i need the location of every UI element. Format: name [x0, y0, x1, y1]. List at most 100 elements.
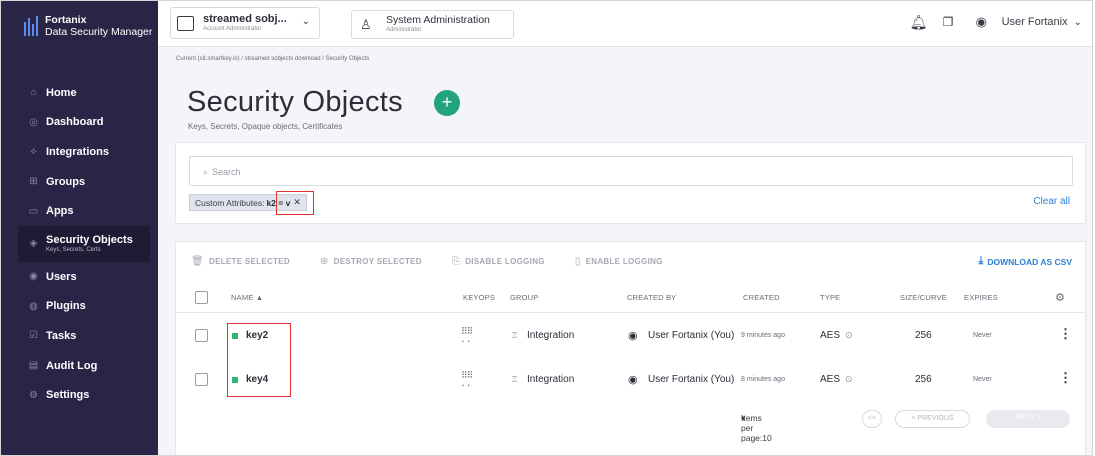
- brand-product: Data Security Manager: [45, 25, 153, 38]
- sidebar-item-audit-log[interactable]: ▤ Audit Log: [1, 351, 158, 381]
- delete-selected-button[interactable]: 🗑︎ DELETE SELECTED: [191, 256, 290, 267]
- created-by: User Fortanix (You): [648, 374, 735, 385]
- disable-logging-label: DISABLE LOGGING: [465, 257, 545, 266]
- sidebar-item-label: Plugins: [46, 300, 86, 313]
- groups-icon: ⊞: [29, 176, 38, 188]
- sidebar-item-home[interactable]: ⌂ Home: [1, 78, 158, 108]
- sidebar-item-security-objects[interactable]: ◈ Security Objects Keys, Secrets, Certs: [18, 225, 150, 262]
- search-input[interactable]: ⌕ Search: [189, 156, 1073, 186]
- row-checkbox[interactable]: [195, 329, 208, 342]
- row-checkbox[interactable]: [195, 373, 208, 386]
- table-row[interactable]: key4 ⠿⠿ ⠂⠂ ♖ Integration ◉ User Fortanix (You)…: [176, 358, 1085, 402]
- disable-logging-button[interactable]: ⎘ DISABLE LOGGING: [452, 256, 545, 267]
- table-card: 🗑︎ DELETE SELECTED ⊛ DESTROY SELECTED ⎘ DIS…: [175, 241, 1086, 455]
- column-type: TYPE: [820, 293, 841, 302]
- account-name: streamed sobj...: [203, 13, 287, 25]
- keyops-icon: ⠿⠿ ⠂⠂: [461, 326, 473, 347]
- key-type: AES: [820, 330, 841, 341]
- key-size: 256: [915, 374, 932, 385]
- sidebar-item-label: Tasks: [46, 329, 77, 342]
- key-type: AES: [820, 374, 841, 385]
- highlight-box: [227, 323, 291, 397]
- clear-all-link[interactable]: Clear all: [1033, 196, 1070, 207]
- sidebar-item-groups[interactable]: ⊞ Groups: [1, 167, 158, 197]
- tasks-icon: ☑: [29, 330, 38, 342]
- info-icon[interactable]: ⊙: [845, 374, 853, 385]
- sidebar-item-label: Home: [46, 86, 77, 99]
- expires: Never: [973, 332, 992, 339]
- sysadmin-role: Administrator: [386, 27, 422, 33]
- user-avatar-icon: ◉: [628, 330, 638, 342]
- sidebar-item-dashboard[interactable]: ◎ Dashboard: [1, 108, 158, 138]
- add-security-object-button[interactable]: +: [434, 90, 460, 116]
- column-name[interactable]: NAME ▲: [231, 293, 263, 302]
- sidebar-nav: ⌂ Home ◎ Dashboard ⟡ Integrations ⊞ Groups ▭ Apps…: [1, 78, 158, 410]
- pagination: Items per page:10 ▾ << < PREVIOUS NEXT >: [176, 410, 1085, 443]
- sidebar-item-apps[interactable]: ▭ Apps: [1, 196, 158, 226]
- destroy-selected-button[interactable]: ⊛ DESTROY SELECTED: [320, 256, 422, 267]
- bell-icon[interactable]: 🔔︎: [910, 13, 928, 31]
- admin-user-icon: ♙: [360, 16, 372, 32]
- more-options-icon[interactable]: ⋮: [1059, 370, 1072, 386]
- sidebar-item-label: Groups: [46, 175, 86, 188]
- home-icon: ⌂: [30, 87, 37, 99]
- document-icon: ▯: [574, 256, 581, 267]
- enable-logging-button[interactable]: ▯ ENABLE LOGGING: [575, 256, 663, 267]
- sidebar-item-label: Integrations: [46, 145, 109, 158]
- first-page-button[interactable]: <<: [862, 410, 882, 428]
- book-icon[interactable]: ❐: [943, 13, 959, 31]
- sidebar-item-tasks[interactable]: ☑ Tasks: [1, 321, 158, 351]
- user-menu[interactable]: User Fortanix: [1002, 16, 1068, 28]
- fortanix-logo-icon: [24, 16, 38, 36]
- more-options-icon[interactable]: ⋮: [1059, 326, 1072, 342]
- sidebar-item-label: Users: [46, 270, 77, 283]
- account-role: Account Administrator: [203, 26, 262, 32]
- user-avatar-icon[interactable]: ◉: [976, 14, 992, 30]
- delete-selected-label: DELETE SELECTED: [209, 257, 290, 266]
- info-icon[interactable]: ⊙: [845, 330, 853, 341]
- column-created[interactable]: CREATED: [743, 293, 780, 302]
- next-page-button[interactable]: NEXT >: [986, 410, 1070, 428]
- filter-label: Custom Attributes:: [195, 197, 265, 208]
- column-keyops: KEYOPS: [463, 293, 496, 302]
- sidebar-item-integrations[interactable]: ⟡ Integrations: [1, 137, 158, 167]
- account-icon: [177, 15, 194, 31]
- download-icon: ⤓: [978, 255, 984, 267]
- chevron-down-icon: ⌄: [301, 16, 310, 27]
- topbar: streamed sobj... Account Administrator ⌄…: [158, 1, 1092, 47]
- select-all-checkbox[interactable]: [195, 291, 208, 304]
- search-icon: ⌕: [203, 167, 209, 177]
- created-by: User Fortanix (You): [648, 330, 735, 341]
- page-subtitle: Keys, Secrets, Opaque objects, Certifica…: [188, 122, 343, 131]
- security-objects-icon: ◈: [29, 238, 38, 250]
- disable-logging-icon: ⎘: [451, 256, 461, 267]
- column-expires: EXPIRES: [964, 293, 998, 302]
- download-csv-button[interactable]: ⤓ DOWNLOAD AS CSV: [978, 255, 1072, 268]
- sidebar-item-label: Apps: [46, 205, 74, 218]
- column-group: GROUP: [510, 293, 539, 302]
- previous-page-button[interactable]: < PREVIOUS: [895, 410, 970, 428]
- key-size: 256: [915, 330, 932, 341]
- highlight-box: [276, 191, 314, 215]
- sidebar-item-users[interactable]: ◉ Users: [1, 262, 158, 292]
- brand[interactable]: Fortanix Data Security Manager: [1, 1, 158, 51]
- plugins-icon: ◍: [29, 300, 38, 312]
- table-row[interactable]: key2 ⠿⠿ ⠂⠂ ♖ Integration ◉ User Fortanix (You)…: [176, 314, 1085, 358]
- chevron-down-icon[interactable]: ⌄: [1074, 17, 1082, 28]
- brand-name: Fortanix: [45, 13, 87, 26]
- keyops-icon: ⠿⠿ ⠂⠂: [461, 370, 473, 391]
- system-administration-button[interactable]: ♙ System Administration Administrator: [351, 10, 514, 39]
- sidebar-item-label: Security Objects: [46, 233, 133, 246]
- group-name[interactable]: Integration: [527, 374, 574, 385]
- expires: Never: [973, 376, 992, 383]
- integrations-icon: ⟡: [30, 146, 37, 158]
- dashboard-icon: ◎: [29, 116, 38, 128]
- sidebar-item-settings[interactable]: ⚙ Settings: [1, 380, 158, 410]
- breadcrumb[interactable]: Current (sit.smartkey.io) / streamed sob…: [176, 56, 369, 62]
- settings-gear-icon[interactable]: ⚙: [1055, 291, 1065, 304]
- sidebar-item-plugins[interactable]: ◍ Plugins: [1, 292, 158, 322]
- items-per-page-select[interactable]: Items per page:10 ▾: [741, 413, 772, 443]
- destroy-icon: ⊛: [319, 256, 329, 267]
- account-selector[interactable]: streamed sobj... Account Administrator ⌄: [170, 7, 320, 39]
- group-name[interactable]: Integration: [527, 330, 574, 341]
